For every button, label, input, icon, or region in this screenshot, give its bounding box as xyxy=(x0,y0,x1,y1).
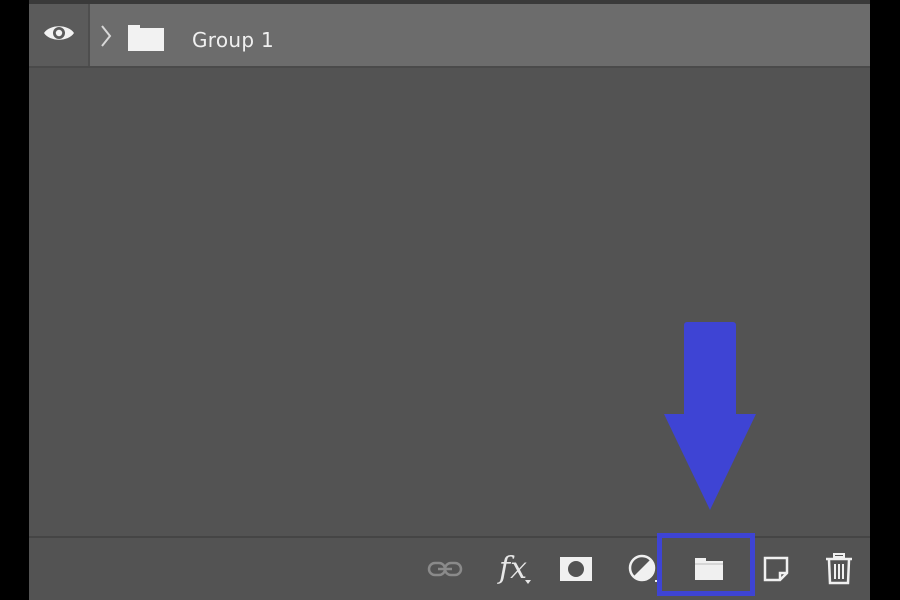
layer-visibility-toggle[interactable] xyxy=(29,4,90,66)
expand-chevron-icon[interactable] xyxy=(99,24,113,48)
new-layer-icon xyxy=(762,555,790,583)
add-layer-style-button[interactable]: fx xyxy=(495,551,532,586)
link-icon xyxy=(427,559,463,579)
layer-row-group-1[interactable]: Group 1 xyxy=(29,4,870,68)
layers-bottom-toolbar: fx xyxy=(29,536,870,600)
add-layer-mask-button[interactable] xyxy=(558,552,594,586)
group-folder-icon xyxy=(127,24,165,52)
eye-icon[interactable] xyxy=(42,22,76,48)
new-group-button[interactable] xyxy=(689,552,729,586)
screenshot-frame: Group 1 fx xyxy=(0,0,900,600)
folder-icon xyxy=(693,557,725,581)
adjustment-icon xyxy=(627,554,659,584)
fx-dropdown-caret-icon xyxy=(525,580,532,584)
layers-panel: Group 1 fx xyxy=(29,0,870,600)
new-adjustment-layer-button[interactable] xyxy=(625,552,661,586)
mask-icon xyxy=(559,556,593,582)
layers-list-empty-area xyxy=(29,68,870,536)
fx-icon: fx xyxy=(498,551,532,586)
trash-icon xyxy=(824,553,854,585)
layer-name[interactable]: Group 1 xyxy=(192,28,274,52)
delete-layer-button[interactable] xyxy=(821,552,857,586)
fx-label: fx xyxy=(498,551,528,586)
link-layers-button[interactable] xyxy=(425,552,465,586)
new-layer-button[interactable] xyxy=(758,552,794,586)
